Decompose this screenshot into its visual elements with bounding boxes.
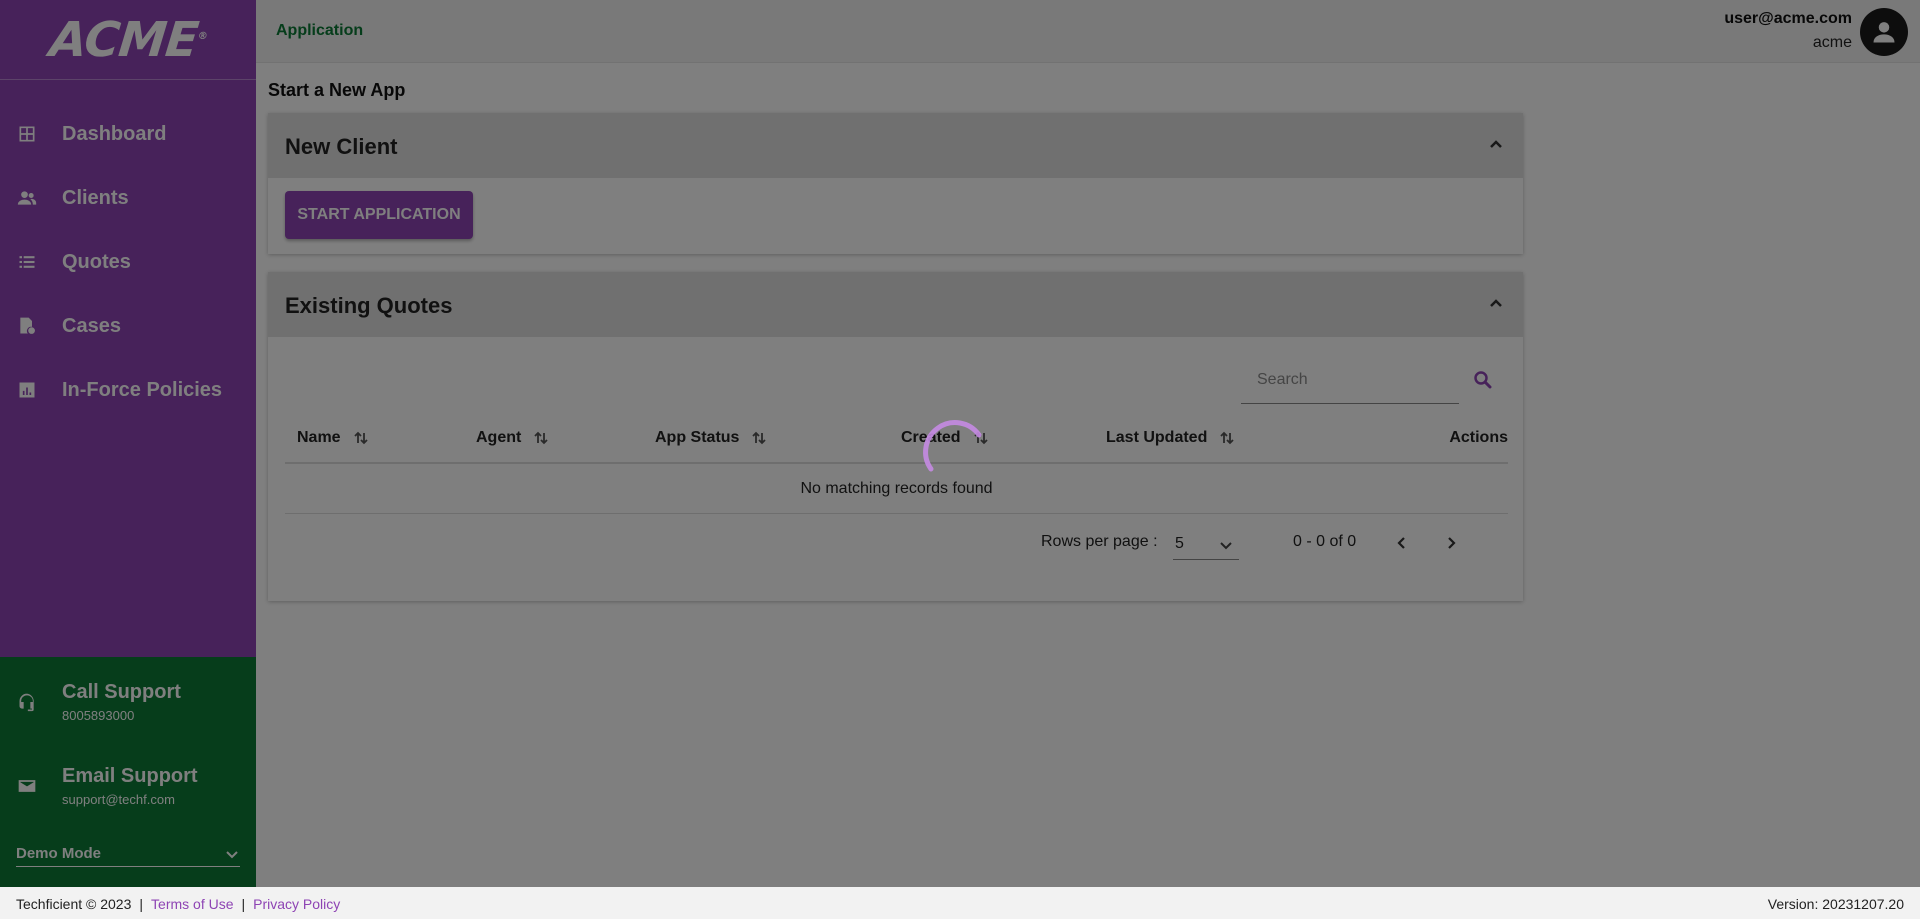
sort-icon — [533, 430, 549, 446]
sidebar-item-label: Cases — [62, 314, 121, 337]
search-box — [1241, 356, 1507, 406]
column-header-agent[interactable]: Agent — [476, 429, 549, 447]
dashboard-icon — [16, 123, 38, 145]
footer: Techficient © 2023 | Terms of Use | Privacy … — [0, 887, 1920, 919]
people-icon — [16, 187, 38, 209]
column-header-last-updated[interactable]: Last Updated — [1106, 429, 1235, 447]
prev-page-button[interactable] — [1387, 528, 1417, 558]
panel-title: New Client — [285, 134, 398, 159]
existing-quotes-panel: Existing Quotes Name Agent App Status — [268, 272, 1523, 601]
sidebar-item-cases[interactable]: Cases — [0, 294, 256, 358]
column-header-app-status[interactable]: App Status — [655, 429, 767, 447]
chevron-right-icon — [1448, 537, 1456, 549]
breadcrumb[interactable]: Application — [276, 22, 363, 40]
logo-area: ACME® — [0, 0, 256, 80]
sort-icon — [353, 430, 369, 446]
support-panel: Call Support 8005893000 Email Support su… — [0, 657, 256, 887]
rows-per-page-select[interactable]: 5 — [1173, 528, 1239, 560]
sidebar-nav: Dashboard Clients Quotes Cases In-Force … — [0, 80, 256, 422]
column-label: App Status — [655, 429, 740, 446]
quotes-table: Name Agent App Status Created Last Updat… — [285, 412, 1508, 572]
page-title: Start a New App — [268, 80, 406, 100]
sidebar-item-clients[interactable]: Clients — [0, 166, 256, 230]
avatar[interactable] — [1860, 8, 1908, 56]
call-support-title: Call Support — [62, 681, 181, 703]
sort-icon — [1219, 430, 1235, 446]
column-label: Last Updated — [1106, 429, 1208, 446]
chevron-up-icon[interactable] — [1489, 296, 1503, 310]
next-page-button[interactable] — [1436, 528, 1466, 558]
table-header: Name Agent App Status Created Last Updat… — [285, 412, 1508, 464]
email-support-title: Email Support — [62, 765, 198, 787]
column-label: Actions — [1449, 429, 1508, 446]
start-application-button[interactable]: START APPLICATION — [285, 191, 473, 239]
logo-text: ACME — [46, 11, 201, 68]
sidebar-item-quotes[interactable]: Quotes — [0, 230, 256, 294]
chevron-up-icon[interactable] — [1489, 137, 1503, 151]
privacy-link[interactable]: Privacy Policy — [253, 896, 340, 912]
search-icon[interactable] — [1473, 370, 1493, 390]
rows-per-page-label: Rows per page : — [1041, 533, 1158, 550]
column-label: Name — [297, 429, 341, 446]
loading-spinner-icon — [917, 417, 985, 485]
call-support[interactable]: Call Support 8005893000 — [0, 681, 256, 723]
user-org: acme — [1812, 34, 1852, 51]
column-header-name[interactable]: Name — [297, 429, 369, 447]
column-header-actions: Actions — [1449, 429, 1508, 447]
top-header: Application user@acme.com acme — [256, 0, 1920, 63]
user-email: user@acme.com — [1724, 10, 1852, 27]
list-icon — [16, 251, 38, 273]
page-range: 0 - 0 of 0 — [1293, 533, 1357, 550]
sidebar: ACME® Dashboard Clients Quotes Cases In-… — [0, 0, 256, 887]
new-client-panel: New Client START APPLICATION — [268, 113, 1523, 254]
pagination: Rows per page : 5 0 - 0 of 0 — [285, 514, 1508, 572]
person-icon — [1873, 22, 1895, 43]
footer-links: Techficient © 2023 | Terms of Use | Privacy … — [16, 896, 340, 912]
bar-chart-icon — [16, 379, 38, 401]
sort-icon — [751, 430, 767, 446]
footer-divider: | — [241, 896, 246, 912]
terms-link[interactable]: Terms of Use — [151, 896, 233, 912]
sidebar-item-label: Quotes — [62, 250, 131, 273]
column-label: Agent — [476, 429, 522, 446]
headset-icon — [16, 691, 38, 713]
sidebar-item-in-force-policies[interactable]: In-Force Policies — [0, 358, 256, 422]
version-label: Version: 20231207.20 — [1767, 896, 1904, 912]
sidebar-item-label: Dashboard — [62, 122, 167, 145]
new-client-header[interactable]: New Client — [268, 113, 1523, 178]
acme-logo: ACME® — [46, 11, 208, 68]
mode-select-value: Demo Mode — [16, 845, 102, 862]
search-input[interactable] — [1241, 356, 1459, 404]
footer-divider: | — [139, 896, 144, 912]
mail-icon — [16, 775, 38, 797]
sidebar-item-label: Clients — [62, 186, 129, 209]
chevron-left-icon — [1397, 537, 1405, 549]
empty-message: No matching records found — [285, 464, 1508, 514]
email-support[interactable]: Email Support support@techf.com — [0, 765, 256, 807]
existing-quotes-header[interactable]: Existing Quotes — [268, 272, 1523, 337]
sidebar-item-dashboard[interactable]: Dashboard — [0, 102, 256, 166]
sidebar-item-label: In-Force Policies — [62, 378, 223, 401]
chevron-down-icon — [226, 850, 238, 858]
call-support-number: 8005893000 — [62, 708, 135, 723]
panel-title: Existing Quotes — [285, 293, 453, 318]
case-icon — [16, 315, 38, 337]
email-support-address: support@techf.com — [62, 792, 175, 807]
mode-select[interactable]: Demo Mode — [16, 841, 240, 867]
rows-per-page-value: 5 — [1175, 535, 1184, 552]
copyright: Techficient © 2023 — [16, 896, 132, 912]
chevron-down-icon — [1220, 542, 1232, 550]
